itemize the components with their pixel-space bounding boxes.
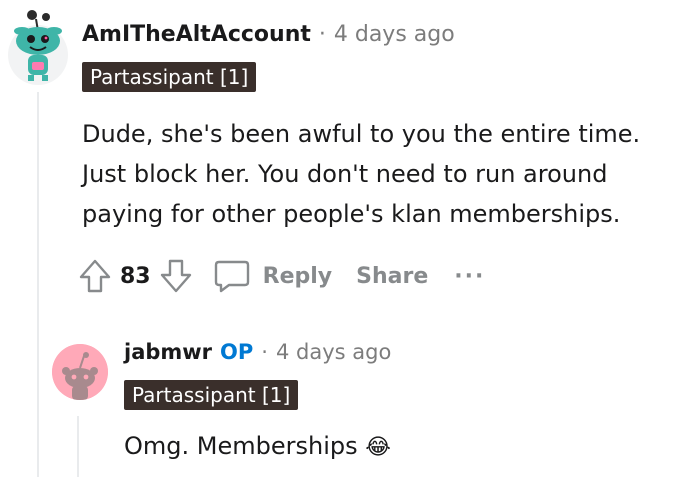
timestamp[interactable]: 4 days ago — [334, 22, 455, 47]
comment-line: Dude, she's been awful to you the entire… — [82, 120, 641, 148]
separator-dot: · — [318, 22, 326, 47]
default-snoo-avatar-icon — [52, 344, 108, 400]
vote-score: 83 — [120, 263, 151, 289]
comment-body: Dude, she's been awful to you the entire… — [82, 114, 640, 234]
more-icon: ··· — [454, 263, 486, 289]
op-badge: OP — [220, 340, 254, 364]
comment-body: Omg. Memberships 😂 — [124, 428, 391, 466]
comment-line: Just block her. You don't need to run ar… — [82, 160, 608, 188]
thread-line-1[interactable] — [37, 92, 39, 477]
comment-meta: AmITheAltAccount · 4 days ago — [82, 22, 455, 47]
more-options-button[interactable]: ··· — [454, 264, 485, 289]
comment-line: paying for other people's klan membershi… — [82, 200, 621, 228]
thread-line-2[interactable] — [77, 416, 79, 477]
user-flair: Partassipant [1] — [82, 62, 257, 92]
comment-text: Omg. Memberships — [124, 432, 358, 460]
comment-meta: jabmwr OP · 4 days ago — [124, 340, 391, 364]
username[interactable]: AmITheAltAccount — [82, 22, 311, 47]
upvote-arrow-icon — [79, 259, 111, 293]
downvote-arrow-icon — [160, 259, 191, 293]
reply-button[interactable]: Reply — [213, 258, 333, 294]
comment-actions: 83 Reply Share ··· — [78, 256, 485, 296]
share-button[interactable]: Share — [356, 264, 428, 289]
snoo-avatar-icon — [8, 10, 68, 85]
reply-label: Reply — [262, 263, 333, 289]
share-label: Share — [356, 263, 429, 289]
username[interactable]: jabmwr — [124, 340, 212, 364]
avatar[interactable] — [6, 7, 70, 87]
comment-bubble-icon — [214, 260, 249, 293]
avatar[interactable] — [52, 344, 108, 400]
laughing-crying-emoji-icon: 😂 — [365, 435, 391, 460]
timestamp[interactable]: 4 days ago — [276, 340, 391, 364]
separator-dot: · — [261, 340, 268, 364]
user-flair: Partassipant [1] — [124, 380, 299, 410]
downvote-button[interactable] — [159, 258, 193, 294]
upvote-button[interactable] — [78, 258, 112, 294]
